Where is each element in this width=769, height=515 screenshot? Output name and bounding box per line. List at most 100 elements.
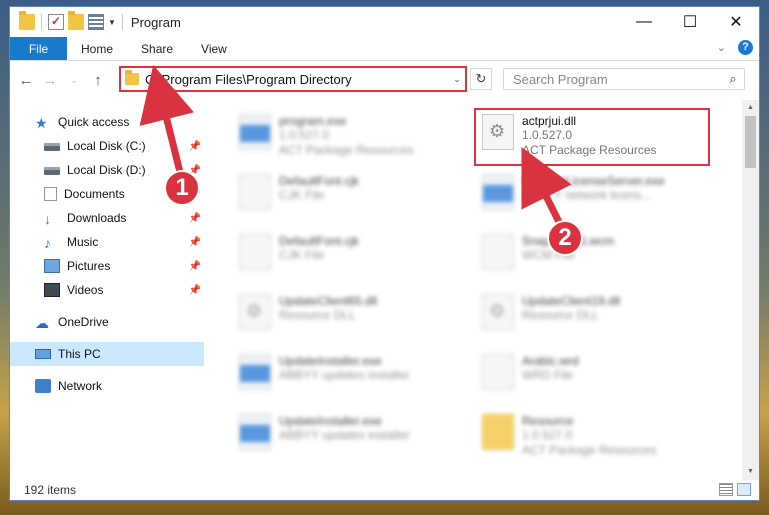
file-type: Resource DLL — [522, 308, 599, 322]
help-icon[interactable]: ? — [738, 40, 753, 55]
search-icon[interactable]: ⌕ — [722, 71, 744, 87]
pictures-icon — [44, 259, 60, 273]
disk-icon — [44, 167, 60, 175]
scroll-thumb[interactable] — [745, 116, 756, 168]
list-item[interactable]: UpdateClient19.dllResource DLL — [476, 288, 716, 340]
sidebar-item-music[interactable]: ♪ Music 📌 — [10, 230, 205, 254]
file-icon — [239, 174, 271, 210]
file-name: UpdateClient65.dll — [279, 294, 378, 308]
list-item[interactable]: Snapshot15.wcmWCM File — [476, 228, 716, 280]
toolbar-separator — [41, 14, 42, 30]
sidebar-item-label: Pictures — [67, 259, 111, 273]
list-item[interactable]: DefaultFont.cjk CJK File — [233, 228, 473, 280]
toolbar-separator — [121, 14, 123, 30]
details-view-icon[interactable] — [719, 483, 733, 496]
computer-icon — [35, 349, 51, 359]
file-version: 1.0.527.0 — [279, 128, 330, 142]
file-type: Resource DLL — [279, 308, 356, 322]
ribbon-right-controls: ⌄ ? — [717, 40, 753, 55]
sidebar-item-local-disk-c[interactable]: Local Disk (C:) 📌 — [10, 134, 205, 158]
address-folder-icon — [125, 70, 139, 85]
sidebar-item-label: Local Disk (D:) — [67, 163, 146, 177]
scroll-down-icon[interactable]: ▼ — [742, 464, 759, 480]
file-name: UpdateInstaller.exe — [279, 354, 382, 368]
list-item[interactable]: Resource 1.0.527.0 ACT Package Resources — [476, 408, 716, 460]
address-dropdown-icon[interactable]: ⌄ — [449, 74, 465, 85]
file-type: ABBYY updates installer — [279, 428, 410, 442]
tab-file[interactable]: File — [10, 37, 67, 60]
file-description: ACT Package Resources — [279, 143, 414, 157]
content-area: ★ Quick access Local Disk (C:) 📌 Local D… — [10, 100, 759, 480]
exe-icon — [482, 174, 514, 210]
large-icons-view-icon[interactable] — [737, 483, 751, 496]
address-row: ← → ⌄ ↑ C:\Program Files\Program Directo… — [10, 61, 759, 99]
maximize-button[interactable]: ☐ — [667, 7, 713, 37]
sidebar-item-downloads[interactable]: ↓ Downloads 📌 — [10, 206, 205, 230]
file-name: Resource — [522, 414, 574, 428]
pin-icon[interactable]: 📌 — [189, 213, 201, 224]
list-item[interactable]: program.exe 1.0.527.0 ACT Package Resource… — [233, 108, 473, 160]
view-options-icon[interactable] — [88, 14, 104, 30]
file-name: UpdateClient19.dll — [522, 294, 621, 308]
title-bar: ✓ ▼ Program — ☐ ✕ — [10, 7, 759, 37]
list-item[interactable]: Arabic.wrd WRD File — [476, 348, 716, 400]
scroll-up-icon[interactable]: ▲ — [742, 100, 759, 116]
file-icon — [239, 234, 271, 270]
disk-icon — [44, 143, 60, 151]
folder-icon — [482, 414, 514, 450]
new-folder-icon[interactable] — [68, 11, 84, 30]
music-icon: ♪ — [44, 235, 51, 251]
up-arrow-icon[interactable]: ↑ — [86, 72, 110, 89]
exe-icon — [239, 354, 271, 390]
file-name: NetworkLicenseServer.exe — [522, 174, 665, 188]
vertical-scrollbar[interactable]: ▲ ▼ — [742, 100, 759, 480]
customize-toolbar-dropdown-icon[interactable]: ▼ — [108, 18, 116, 27]
properties-check-icon[interactable]: ✓ — [48, 14, 64, 30]
expand-ribbon-chevron-icon[interactable]: ⌄ — [717, 41, 726, 54]
forward-arrow-icon[interactable]: → — [38, 72, 62, 89]
star-icon: ★ — [35, 115, 48, 131]
back-arrow-icon[interactable]: ← — [14, 72, 38, 89]
search-placeholder: Search Program — [513, 71, 608, 87]
tab-home[interactable]: Home — [67, 37, 127, 60]
file-name: program.exe — [279, 114, 347, 128]
sidebar-item-quick-access[interactable]: ★ Quick access — [10, 110, 205, 134]
close-button[interactable]: ✕ — [713, 7, 759, 37]
list-item[interactable]: NetworkLicenseServer.exe ABBYY network li… — [476, 168, 716, 220]
address-bar[interactable]: C:\Program Files\Program Directory ⌄ — [119, 66, 467, 92]
minimize-button[interactable]: — — [621, 7, 667, 37]
pin-icon[interactable]: 📌 — [189, 237, 201, 248]
dll-gear-icon — [482, 294, 514, 330]
dll-gear-icon — [239, 294, 271, 330]
list-item[interactable]: DefaultFont.cjk CJK File — [233, 168, 473, 220]
list-item[interactable]: UpdateClient65.dllResource DLL — [233, 288, 473, 340]
window-controls: — ☐ ✕ — [621, 7, 759, 37]
refresh-icon[interactable]: ↻ — [470, 68, 492, 90]
documents-icon — [44, 187, 57, 201]
sidebar-item-videos[interactable]: Videos 📌 — [10, 278, 205, 302]
pin-icon[interactable]: 📌 — [189, 285, 201, 296]
file-description: ACT Package Resources — [522, 443, 657, 457]
navigation-pane: ★ Quick access Local Disk (C:) 📌 Local D… — [10, 100, 205, 480]
pin-icon[interactable]: 📌 — [189, 261, 201, 272]
address-path[interactable]: C:\Program Files\Program Directory — [145, 72, 449, 87]
file-list: program.exe 1.0.527.0 ACT Package Resource… — [205, 100, 759, 480]
file-name: UpdateInstaller.exe — [279, 414, 382, 428]
tab-share[interactable]: Share — [127, 37, 187, 60]
pin-icon[interactable]: 📌 — [189, 141, 201, 152]
list-item[interactable]: UpdateInstaller.exe ABBYY updates install… — [233, 348, 473, 400]
cloud-icon: ☁ — [35, 315, 49, 331]
recent-locations-dropdown-icon[interactable]: ⌄ — [62, 75, 86, 86]
search-input[interactable]: Search Program ⌕ — [503, 68, 745, 90]
sidebar-item-network[interactable]: Network — [10, 374, 205, 398]
tab-view[interactable]: View — [187, 37, 241, 60]
sidebar-item-onedrive[interactable]: ☁ OneDrive — [10, 310, 205, 334]
sidebar-item-label: Documents — [64, 187, 125, 201]
list-item[interactable]: UpdateInstaller.exe ABBYY updates install… — [233, 408, 473, 460]
sidebar-item-pictures[interactable]: Pictures 📌 — [10, 254, 205, 278]
sidebar-item-label: This PC — [58, 347, 101, 361]
sidebar-item-this-pc[interactable]: This PC — [10, 342, 204, 366]
file-highlight-box — [474, 108, 710, 166]
